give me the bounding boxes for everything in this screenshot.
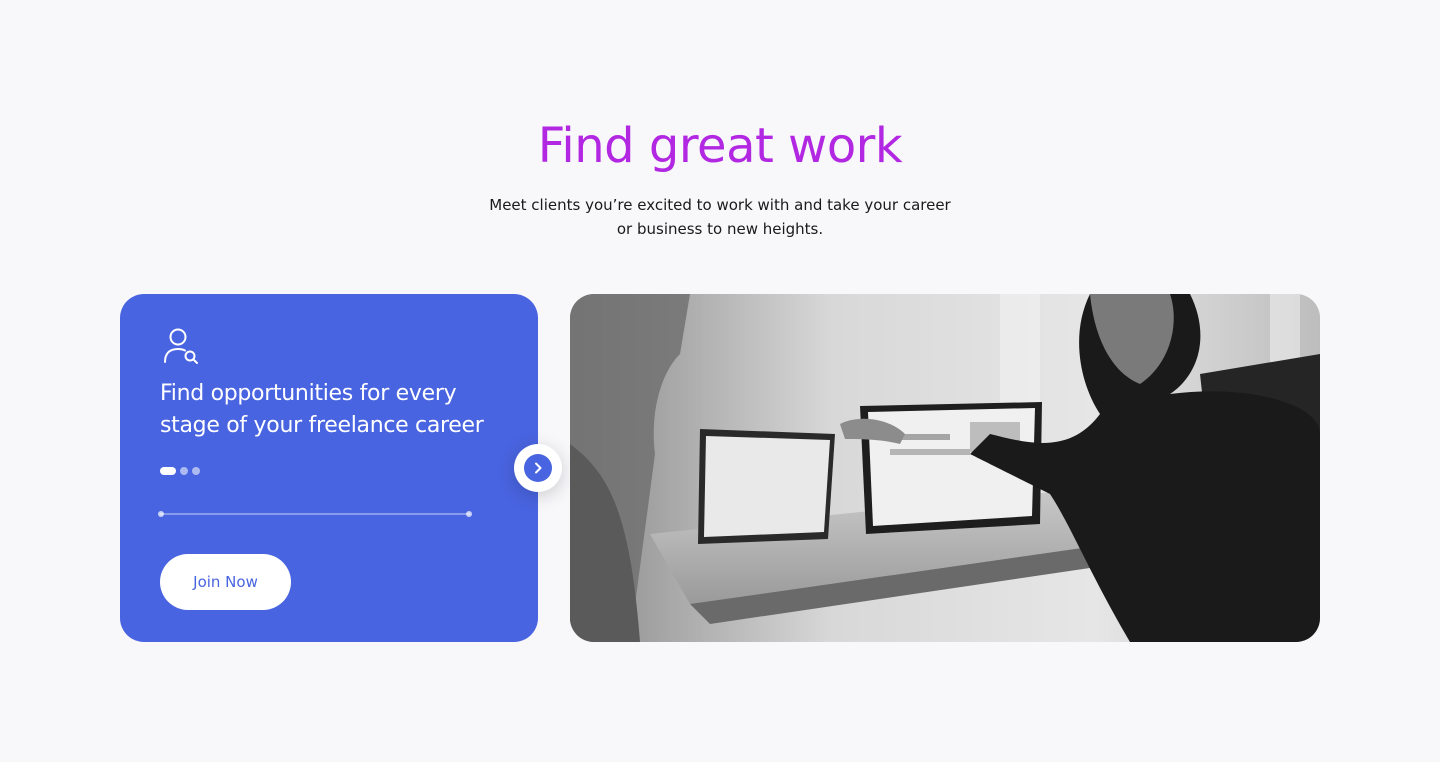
join-now-button[interactable]: Join Now	[160, 554, 291, 610]
page-subtitle: Meet clients you’re excited to work with…	[489, 196, 951, 238]
slide-indicator	[160, 467, 200, 475]
carousel-next-button[interactable]	[514, 444, 562, 492]
slide-dot[interactable]	[192, 467, 200, 475]
promo-card: Find opportunities for every stage of yo…	[120, 294, 538, 642]
user-search-icon	[158, 326, 202, 366]
slide-dot[interactable]	[180, 467, 188, 475]
divider-line	[158, 511, 472, 517]
page: Find great work Meet clients you’re exci…	[0, 0, 1440, 762]
page-title: Find great work	[537, 118, 903, 174]
promo-heading: Find opportunities for every stage of yo…	[160, 381, 484, 438]
slide-dot-active[interactable]	[160, 467, 176, 475]
hero-photo	[570, 294, 1320, 642]
chevron-right-icon	[524, 454, 552, 482]
